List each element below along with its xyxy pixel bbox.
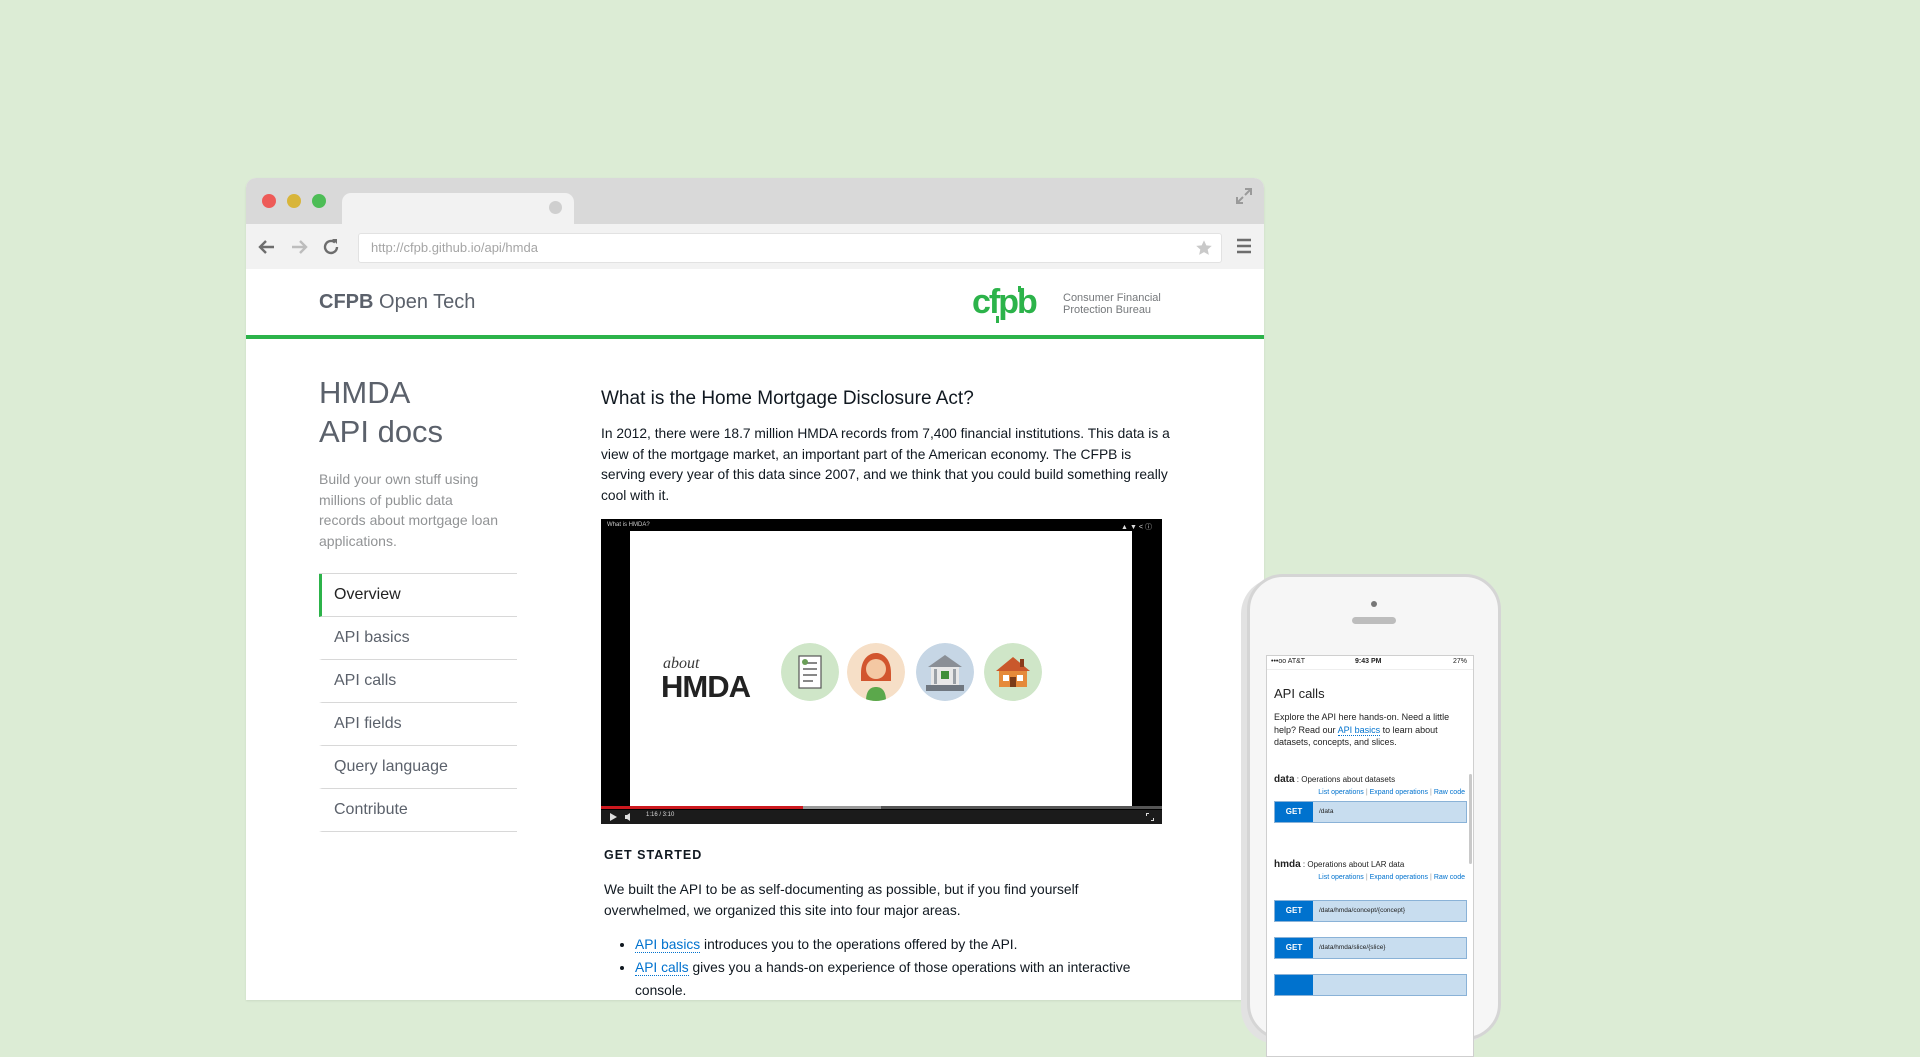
- bank-icon: [916, 642, 974, 701]
- hmda-section-title: hmda : Operations about LAR data: [1274, 859, 1405, 870]
- side-nav: Overview API basics API calls API fields…: [319, 573, 517, 832]
- tab-close-icon[interactable]: [549, 201, 562, 214]
- phone-screen: •••oo AT&T 9:43 PM 27% API calls Explore…: [1266, 655, 1474, 1057]
- browser-window: http://cfpb.github.io/api/hmda CFPB Open…: [246, 178, 1264, 1000]
- sidebar-item-api-calls[interactable]: API calls: [319, 660, 517, 703]
- endpoint-row[interactable]: GET /data/hmda/slice/{slice}: [1274, 937, 1467, 959]
- person-icon: [847, 642, 905, 701]
- endpoint-path: /data/hmda/slice/{slice}: [1319, 944, 1386, 951]
- list-item: API calls gives you a hands-on experienc…: [635, 956, 1155, 1000]
- endpoint-path: /data/hmda/concept/{concept}: [1319, 907, 1406, 914]
- browser-toolbar: http://cfpb.github.io/api/hmda: [246, 224, 1264, 270]
- bookmark-star-icon[interactable]: [1195, 239, 1213, 257]
- carrier-label: •••oo AT&T: [1271, 658, 1306, 665]
- data-section-links: List operations | Expand operations | Raw co…: [1318, 789, 1465, 796]
- video-buffer-fill: [802, 805, 882, 809]
- address-bar[interactable]: http://cfpb.github.io/api/hmda: [358, 233, 1222, 263]
- raw-code-link[interactable]: Raw code: [1434, 874, 1465, 881]
- list-operations-link[interactable]: List operations: [1318, 789, 1364, 796]
- cfpb-logo[interactable]: cfpb: [972, 283, 1052, 325]
- browser-menu-icon[interactable]: [1234, 236, 1254, 256]
- endpoint-row[interactable]: GET /data: [1274, 801, 1467, 823]
- phone-scrollbar[interactable]: [1469, 774, 1472, 864]
- main-heading: What is the Home Mortgage Disclosure Act…: [601, 388, 974, 409]
- phone-camera: [1371, 601, 1377, 607]
- video-progress-fill: [601, 805, 803, 809]
- expand-operations-link[interactable]: Expand operations: [1370, 874, 1428, 881]
- sidebar-item-query-language[interactable]: Query language: [319, 746, 517, 789]
- minimize-window-button[interactable]: [287, 194, 301, 208]
- get-started-text: We built the API to be as self-documenti…: [604, 881, 1079, 918]
- video-time: 1:16 / 3:10: [646, 811, 675, 818]
- expand-operations-link[interactable]: Expand operations: [1370, 789, 1428, 796]
- get-started-heading: GET STARTED: [604, 847, 703, 862]
- video-progress-bar[interactable]: [601, 805, 1162, 809]
- battery-label: 27%: [1452, 658, 1467, 665]
- get-method-badge: GET: [1275, 802, 1313, 822]
- list-operations-link[interactable]: List operations: [1318, 874, 1364, 881]
- fullscreen-icon[interactable]: [1234, 186, 1254, 206]
- main-content: What is the Home Mortgage Disclosure Act…: [601, 388, 1171, 1000]
- page-title: HMDA API docs: [319, 375, 444, 449]
- get-method-badge: GET: [1275, 938, 1313, 958]
- phone-device: •••oo AT&T 9:43 PM 27% API calls Explore…: [1247, 574, 1501, 1057]
- browser-titlebar: [246, 178, 1264, 224]
- hmda-section-links: List operations | Expand operations | Raw co…: [1318, 874, 1465, 881]
- document-icon: [781, 642, 839, 701]
- sidebar-item-overview[interactable]: Overview: [319, 574, 517, 617]
- forward-icon[interactable]: [288, 236, 310, 258]
- sidebar-item-api-fields[interactable]: API fields: [319, 703, 517, 746]
- fullscreen-video-icon[interactable]: [1146, 812, 1154, 821]
- raw-code-link[interactable]: Raw code: [1434, 789, 1465, 796]
- get-method-badge: [1275, 975, 1313, 995]
- intro-paragraph: In 2012, there were 18.7 million HMDA re…: [601, 426, 1170, 504]
- phone-api-basics-link[interactable]: API basics: [1337, 724, 1381, 736]
- volume-icon[interactable]: [625, 812, 634, 821]
- endpoint-row[interactable]: [1274, 974, 1467, 996]
- status-time: 9:43 PM: [1355, 658, 1382, 665]
- sidebar-item-api-basics[interactable]: API basics: [319, 617, 517, 660]
- close-window-button[interactable]: [262, 194, 276, 208]
- data-section-title: data : Operations about datasets: [1274, 774, 1396, 785]
- tagline: Build your own stuff using millions of p…: [319, 471, 498, 549]
- sidebar: HMDA API docs Build your own stuff using…: [319, 373, 517, 832]
- maximize-window-button[interactable]: [312, 194, 326, 208]
- phone-intro: Explore the API here hands-on. Need a li…: [1274, 712, 1450, 747]
- video-hmda-logo: HMDA: [661, 668, 751, 704]
- house-icon: [984, 642, 1042, 701]
- list-item: API basics introduces you to the operati…: [635, 933, 1155, 956]
- get-method-badge: GET: [1275, 901, 1313, 921]
- api-calls-link[interactable]: API calls: [635, 960, 689, 977]
- site-header: CFPB Open Tech cfpb Consumer Financial P…: [246, 269, 1264, 339]
- bureau-name: Consumer Financial Protection Bureau: [1063, 292, 1161, 316]
- browser-tab[interactable]: [342, 193, 574, 224]
- video-frame[interactable]: about HMDA: [630, 530, 1132, 808]
- api-basics-link[interactable]: API basics: [635, 937, 701, 954]
- areas-list: API basics introduces you to the operati…: [601, 933, 1155, 1000]
- phone-status-bar: •••oo AT&T 9:43 PM 27%: [1267, 656, 1473, 670]
- back-icon[interactable]: [256, 236, 278, 258]
- video-player[interactable]: What is HMDA? ▲▼<ⓘ about HMDA 1:16 / 3:1…: [601, 518, 1162, 824]
- phone-speaker: [1352, 617, 1396, 624]
- url-text: http://cfpb.github.io/api/hmda: [371, 240, 538, 255]
- svg-text:cfpb: cfpb: [972, 283, 1037, 321]
- endpoint-row[interactable]: GET /data/hmda/concept/{concept}: [1274, 900, 1467, 922]
- play-icon[interactable]: [609, 812, 617, 821]
- endpoint-path: /data: [1319, 808, 1334, 815]
- phone-heading: API calls: [1274, 686, 1325, 701]
- sidebar-item-contribute[interactable]: Contribute: [319, 789, 517, 832]
- site-brand[interactable]: CFPB Open Tech: [319, 291, 475, 314]
- video-controls: 1:16 / 3:10: [601, 809, 1162, 824]
- reload-icon[interactable]: [320, 236, 342, 258]
- video-title[interactable]: What is HMDA?: [607, 522, 650, 528]
